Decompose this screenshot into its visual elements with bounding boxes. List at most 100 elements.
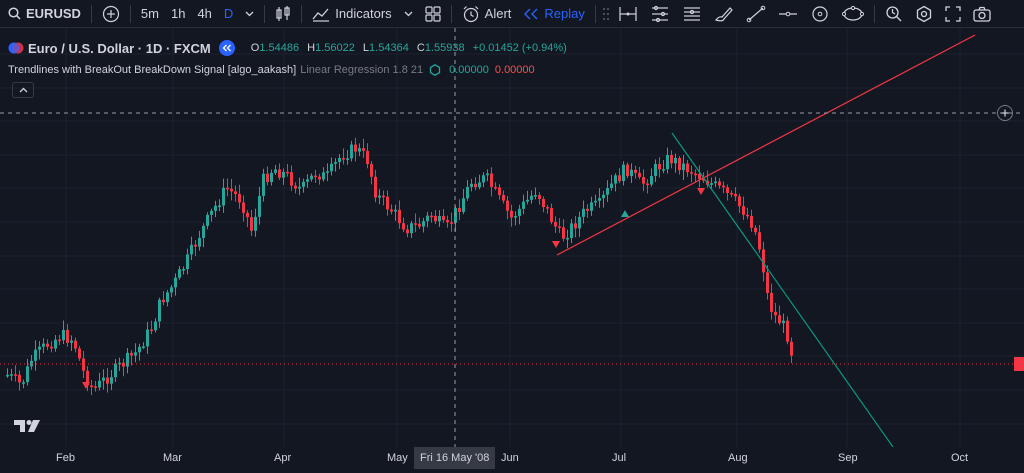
rewind-icon bbox=[222, 44, 231, 52]
xaxis-label-sep: Sep bbox=[838, 452, 858, 464]
candle-body bbox=[50, 346, 53, 349]
candle-body bbox=[658, 163, 661, 170]
candle-body bbox=[690, 172, 693, 174]
camera-icon bbox=[973, 6, 991, 22]
candle-body bbox=[678, 157, 681, 171]
candle-body bbox=[138, 346, 141, 353]
snapshot-button[interactable] bbox=[967, 0, 997, 28]
replay-button[interactable]: Replay bbox=[517, 0, 590, 28]
candle-body bbox=[430, 215, 433, 218]
interval-5m[interactable]: 5m bbox=[135, 0, 165, 28]
candle-body bbox=[322, 172, 325, 180]
candle-body bbox=[578, 216, 581, 229]
path-tool-button[interactable] bbox=[836, 0, 870, 28]
add-alert-plus-button[interactable] bbox=[997, 105, 1013, 121]
candle-body bbox=[398, 209, 401, 224]
candle-body bbox=[54, 339, 57, 349]
candle-body bbox=[126, 352, 129, 367]
candle-body bbox=[14, 374, 17, 376]
candle-body bbox=[414, 223, 417, 225]
candle-body bbox=[158, 299, 161, 322]
horizontal-line-tool-button[interactable] bbox=[772, 0, 804, 28]
candle-body bbox=[278, 169, 281, 178]
candle-body bbox=[642, 177, 645, 184]
candle-body bbox=[286, 171, 289, 174]
low-value: 1.54364 bbox=[369, 42, 409, 54]
candle-body bbox=[250, 217, 253, 231]
candle-body bbox=[330, 163, 333, 172]
fullscreen-button[interactable] bbox=[939, 0, 967, 28]
high-value: 1.56022 bbox=[315, 42, 355, 54]
grid-layout-icon bbox=[425, 5, 441, 22]
candle-body bbox=[586, 208, 589, 211]
candle-body bbox=[594, 200, 597, 203]
candle-body bbox=[466, 187, 469, 199]
candle-body bbox=[334, 162, 337, 164]
candle-body bbox=[274, 169, 277, 173]
candle-body bbox=[6, 374, 9, 377]
xaxis-label-jul: Jul bbox=[612, 452, 627, 464]
indicator-name: Trendlines with BreakOut BreakDown Signa… bbox=[8, 64, 297, 76]
indicator-legend[interactable]: Trendlines with BreakOut BreakDown Signa… bbox=[8, 64, 535, 76]
candle-body bbox=[314, 175, 317, 178]
interval-dropdown-button[interactable] bbox=[239, 0, 260, 28]
indicators-button[interactable]: Indicators bbox=[306, 0, 397, 28]
chart-type-button[interactable] bbox=[269, 0, 297, 28]
candle-body bbox=[294, 185, 297, 189]
loading-spinner-icon bbox=[429, 64, 441, 76]
time-axis[interactable]: Feb Mar Apr May Jun Jul Aug Sep Oct Fri … bbox=[0, 447, 1024, 473]
alert-button[interactable]: Alert bbox=[456, 0, 518, 28]
symbol-search-button[interactable]: EURUSD bbox=[0, 0, 87, 28]
candle-body bbox=[562, 227, 565, 239]
candle-body bbox=[526, 199, 529, 202]
settings-button[interactable] bbox=[909, 0, 939, 28]
candle-body bbox=[630, 169, 633, 177]
top-toolbar: EURUSD 5m 1h 4h D Indicators Alert Repla… bbox=[0, 0, 1024, 28]
candle-body bbox=[290, 172, 293, 186]
candle-body bbox=[182, 269, 185, 271]
zoom-button[interactable] bbox=[879, 0, 909, 28]
candle-body bbox=[346, 158, 349, 160]
plus-icon bbox=[1001, 109, 1009, 117]
candle-body bbox=[406, 229, 409, 234]
collapse-legend-button[interactable] bbox=[12, 82, 34, 98]
interval-4h[interactable]: 4h bbox=[191, 0, 217, 28]
drag-handle-icon[interactable] bbox=[600, 0, 612, 28]
compare-symbol-button[interactable] bbox=[96, 0, 126, 28]
candle-body bbox=[458, 208, 461, 212]
fib-tool-button[interactable] bbox=[676, 0, 708, 28]
candle-body bbox=[698, 174, 701, 180]
search-icon bbox=[8, 7, 21, 20]
symbol-legend: Euro / U.S. Dollar · 1D · FXCM O1.54486 … bbox=[8, 40, 572, 56]
parallel-channel-tool-button[interactable] bbox=[644, 0, 676, 28]
circle-tool-button[interactable] bbox=[804, 0, 836, 28]
toolbar-divider bbox=[594, 4, 596, 23]
trendline-tool-button[interactable] bbox=[740, 0, 772, 28]
tradingview-logo-icon[interactable] bbox=[14, 419, 42, 433]
candle-body bbox=[150, 329, 153, 332]
candle-body bbox=[610, 183, 613, 189]
xaxis-label-may: May bbox=[387, 452, 408, 464]
indicator-params: Linear Regression 1.8 21 bbox=[300, 64, 424, 76]
candle-body bbox=[694, 173, 697, 176]
sell-signal-marker bbox=[552, 241, 560, 248]
indicators-dropdown-button[interactable] bbox=[398, 0, 419, 28]
candle-body bbox=[410, 223, 413, 234]
candle-body bbox=[26, 366, 29, 383]
interval-1d[interactable]: D bbox=[218, 0, 239, 28]
replay-mode-badge[interactable] bbox=[218, 40, 235, 56]
candle-body bbox=[66, 329, 69, 343]
candle-body bbox=[370, 164, 373, 177]
layouts-button[interactable] bbox=[419, 0, 447, 28]
candle-body bbox=[170, 287, 173, 293]
brush-tool-button[interactable] bbox=[708, 0, 740, 28]
candle-body bbox=[638, 172, 641, 178]
price-chart[interactable] bbox=[0, 28, 1024, 447]
date-range-tool-button[interactable] bbox=[612, 0, 644, 28]
symbol-title: Euro / U.S. Dollar · 1D · FXCM bbox=[28, 40, 211, 56]
toolbar-divider bbox=[873, 4, 875, 23]
candle-body bbox=[366, 150, 369, 165]
interval-1h[interactable]: 1h bbox=[165, 0, 191, 28]
candle-body bbox=[714, 181, 717, 184]
xaxis-label-aug: Aug bbox=[728, 452, 748, 464]
